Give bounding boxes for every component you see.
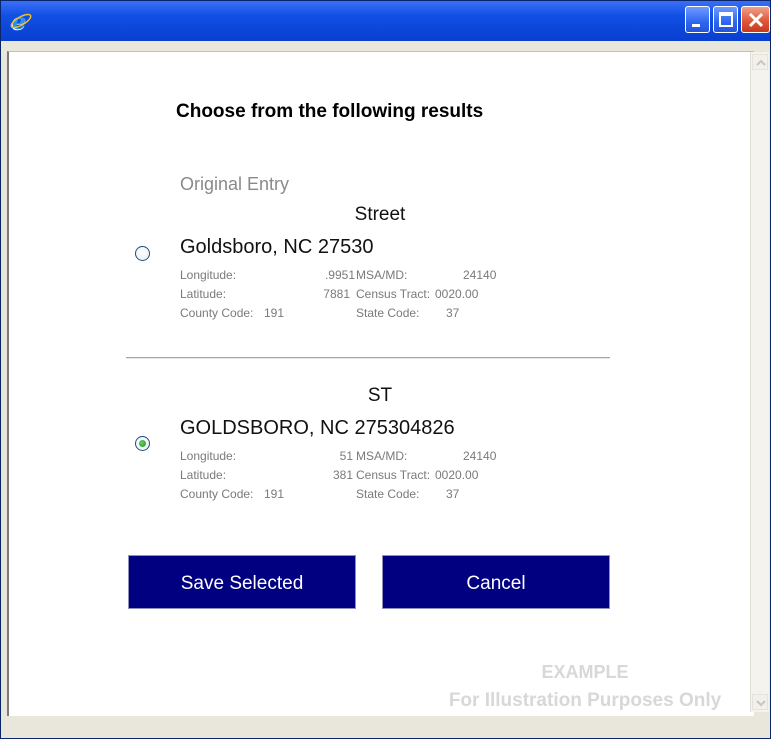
msa-md-label: MSA/MD: [356,268,408,282]
latitude-label: Latitude: [180,287,227,301]
state-code-value: 37 [446,306,460,320]
county-code-label: County Code: [180,487,254,501]
result-2-radio[interactable] [135,436,150,451]
result-1-radio[interactable] [135,246,150,261]
county-code-label: County Code: [180,306,254,320]
result-1-city: Goldsboro, NC 27530 [180,236,374,258]
longitude-value: 51 [339,449,353,463]
scroll-up-button[interactable] [752,54,768,70]
longitude-label: Longitude: [180,268,237,282]
result-2-details: Longitude: 51 Latitude: 381 County Code:… [180,447,580,507]
watermark-title: EXAMPLE [541,662,629,682]
cancel-button[interactable]: Cancel [382,555,610,609]
scroll-down-button[interactable] [752,694,768,710]
close-icon [748,12,764,28]
county-code-value: 191 [264,306,285,320]
census-tract-value: 0020.00 [435,468,479,482]
chevron-up-icon [756,59,766,66]
ie-icon: e e [9,7,33,36]
watermark-subtitle: For Illustration Purposes Only [448,690,722,711]
result-2-city: GOLDSBORO, NC 275304826 [180,417,455,439]
maximize-button[interactable] [713,6,738,33]
longitude-label: Longitude: [180,449,237,463]
msa-md-value: 24140 [463,268,497,282]
title-bar[interactable]: e e [1,1,770,41]
results-divider [126,357,610,359]
original-entry-label: Original Entry [180,174,290,194]
result-1-street: Street [354,204,406,225]
census-tract-value: 0020.00 [435,287,479,301]
latitude-label: Latitude: [180,468,227,482]
state-code-value: 37 [446,487,460,501]
page-content [7,51,754,716]
save-selected-button[interactable]: Save Selected [128,555,356,609]
latitude-value: 7881 [323,287,350,301]
result-2-street: ST [367,385,393,406]
msa-md-value: 24140 [463,449,497,463]
latitude-value: 381 [332,468,353,482]
census-tract-label: Census Tract: [356,468,431,482]
chevron-down-icon [756,700,766,707]
minimize-button[interactable] [685,6,710,33]
maximize-icon [719,12,733,27]
state-code-label: State Code: [356,487,420,501]
msa-md-label: MSA/MD: [356,449,408,463]
census-tract-label: Census Tract: [356,287,431,301]
county-code-value: 191 [264,487,285,501]
longitude-value: .9951 [324,268,355,282]
result-1-details: Longitude: .9951 Latitude: 7881 County C… [180,266,580,326]
page-title: Choose from the following results [176,101,484,122]
minimize-icon [692,24,700,27]
vertical-scrollbar[interactable] [750,52,769,712]
close-button[interactable] [741,6,770,33]
state-code-label: State Code: [356,306,420,320]
